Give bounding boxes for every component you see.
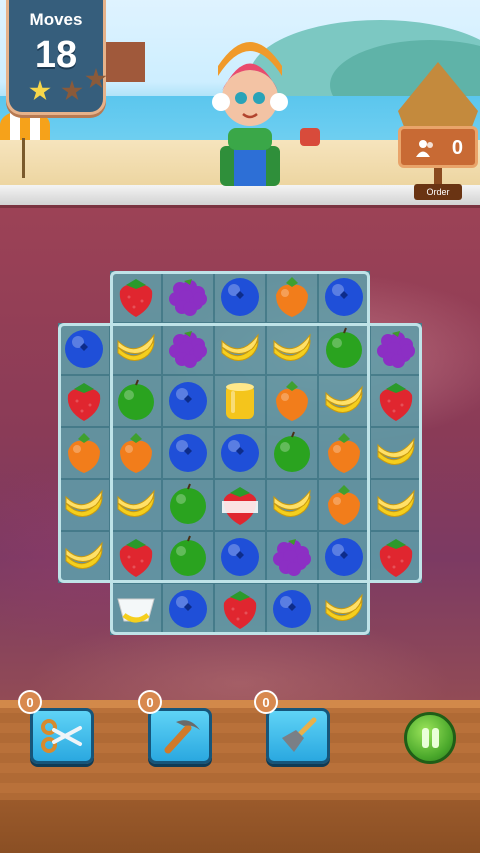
shovel-booster-button[interactable]: [266, 708, 330, 764]
strawberry-icon[interactable]: [373, 534, 419, 580]
apple-icon[interactable]: [269, 430, 315, 476]
jelly-icon[interactable]: [217, 378, 263, 424]
blueberry-icon[interactable]: [165, 586, 211, 632]
blueberry-icon[interactable]: [321, 534, 367, 580]
character-avatar: [212, 42, 288, 186]
banana-icon[interactable]: [373, 482, 419, 528]
blueberry-icon[interactable]: [165, 430, 211, 476]
scissors-booster-button[interactable]: [30, 708, 94, 764]
booster-bar-base: [0, 800, 480, 853]
grape-icon[interactable]: [165, 326, 211, 372]
blueberry-icon[interactable]: [217, 534, 263, 580]
star-icon: [61, 80, 83, 101]
customers-icon: [416, 140, 433, 157]
banana-icon[interactable]: [61, 534, 107, 580]
apple-icon[interactable]: [165, 534, 211, 580]
beach-item: [300, 128, 320, 146]
banana-icon[interactable]: [61, 482, 107, 528]
orange-icon[interactable]: [269, 378, 315, 424]
order-count: 0: [451, 137, 463, 159]
order-board: 0 Order: [398, 126, 478, 204]
wrapped-banana-icon[interactable]: [113, 586, 159, 632]
banana-icon[interactable]: [269, 482, 315, 528]
orange-icon[interactable]: [113, 430, 159, 476]
wrapped-strawberry-icon[interactable]: [217, 482, 263, 528]
apple-icon[interactable]: [321, 326, 367, 372]
grape-icon[interactable]: [269, 534, 315, 580]
apple-icon[interactable]: [113, 378, 159, 424]
shovel-icon: [282, 717, 317, 752]
blueberry-icon[interactable]: [217, 274, 263, 320]
orange-icon[interactable]: [61, 430, 107, 476]
shovel-count-badge: 0: [254, 690, 278, 714]
orange-icon[interactable]: [269, 274, 315, 320]
strawberry-icon[interactable]: [217, 586, 263, 632]
hammer-icon: [164, 720, 200, 754]
hammer-count-badge: 0: [138, 690, 162, 714]
banana-icon[interactable]: [217, 326, 263, 372]
sign-post: [434, 168, 442, 184]
banana-icon[interactable]: [113, 482, 159, 528]
strawberry-icon[interactable]: [113, 274, 159, 320]
order-sign: 0: [398, 126, 478, 168]
booster-bar-edge: [0, 700, 480, 708]
banana-icon[interactable]: [321, 586, 367, 632]
pause-button[interactable]: [404, 712, 456, 764]
moves-label: Moves: [29, 10, 83, 29]
blueberry-icon[interactable]: [269, 586, 315, 632]
hammer-booster-button[interactable]: [148, 708, 212, 764]
banana-icon[interactable]: [113, 326, 159, 372]
moves-panel: Moves 18: [6, 0, 107, 115]
blueberry-icon[interactable]: [321, 274, 367, 320]
strawberry-icon[interactable]: [113, 534, 159, 580]
strawberry-icon[interactable]: [61, 378, 107, 424]
banana-icon[interactable]: [269, 326, 315, 372]
banana-icon[interactable]: [321, 378, 367, 424]
blueberry-icon[interactable]: [217, 430, 263, 476]
apple-icon[interactable]: [165, 482, 211, 528]
order-label: Order: [414, 184, 462, 200]
scissors-count-badge: 0: [18, 690, 42, 714]
grape-icon[interactable]: [373, 326, 419, 372]
blueberry-icon[interactable]: [165, 378, 211, 424]
pier-house: [105, 42, 145, 82]
banana-icon[interactable]: [373, 430, 419, 476]
star-icon: [29, 80, 51, 101]
blueberry-icon[interactable]: [61, 326, 107, 372]
grape-icon[interactable]: [165, 274, 211, 320]
scissors-icon: [41, 719, 82, 753]
orange-icon[interactable]: [321, 482, 367, 528]
moves-value: 18: [34, 34, 78, 76]
umbrella-pole: [22, 138, 25, 178]
strawberry-icon[interactable]: [373, 378, 419, 424]
orange-icon[interactable]: [321, 430, 367, 476]
